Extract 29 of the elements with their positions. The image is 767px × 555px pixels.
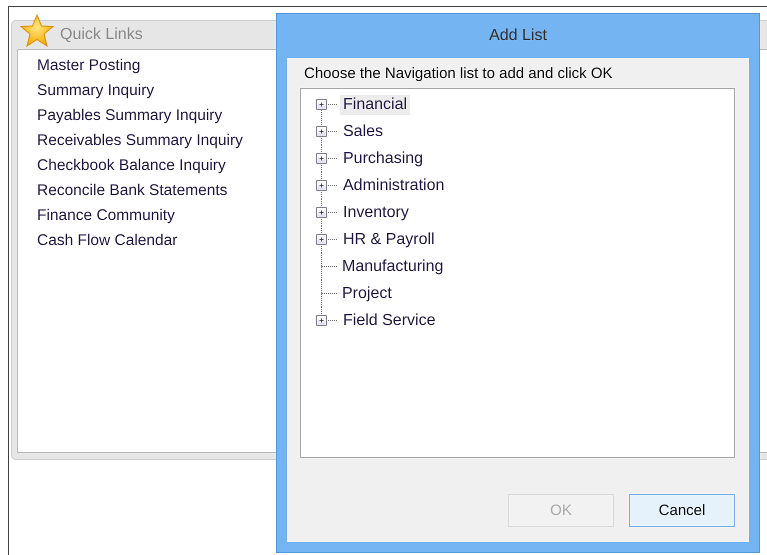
tree-item[interactable]: Purchasing xyxy=(340,148,426,168)
tree-item[interactable]: Manufacturing xyxy=(339,256,446,276)
instruction-text: Choose the Navigation list to add and click OK xyxy=(304,65,614,82)
quick-link[interactable]: Summary Inquiry xyxy=(37,78,154,103)
tree-item[interactable]: HR & Payroll xyxy=(340,230,438,250)
quick-link[interactable]: Finance Community xyxy=(37,203,175,228)
quick-link[interactable]: Checkbook Balance Inquiry xyxy=(37,153,226,178)
quick-link[interactable]: Receivables Summary Inquiry xyxy=(37,128,243,153)
quick-link[interactable]: Cash Flow Calendar xyxy=(37,228,178,253)
star-icon xyxy=(20,14,54,48)
tree-item[interactable]: Administration xyxy=(340,176,448,196)
tree-item[interactable]: Financial xyxy=(340,94,410,114)
tree-item[interactable]: Sales xyxy=(340,122,386,142)
expand-icon[interactable] xyxy=(316,153,327,164)
quick-link[interactable]: Payables Summary Inquiry xyxy=(37,103,222,128)
expand-icon[interactable] xyxy=(316,315,327,326)
panel-title: Quick Links xyxy=(60,26,143,44)
expand-icon[interactable] xyxy=(316,126,327,137)
quick-link[interactable]: Reconcile Bank Statements xyxy=(37,178,228,203)
cancel-button[interactable]: Cancel xyxy=(629,494,735,527)
dialog-title: Add List xyxy=(488,26,548,46)
tree-item[interactable]: Project xyxy=(339,284,395,304)
expand-icon[interactable] xyxy=(316,180,327,191)
expand-icon[interactable] xyxy=(316,234,327,245)
tree-item[interactable]: Inventory xyxy=(340,202,412,222)
expand-icon[interactable] xyxy=(316,99,327,110)
tree-item[interactable]: Field Service xyxy=(340,310,438,330)
expand-icon[interactable] xyxy=(316,207,327,218)
quick-link[interactable]: Master Posting xyxy=(37,53,140,78)
